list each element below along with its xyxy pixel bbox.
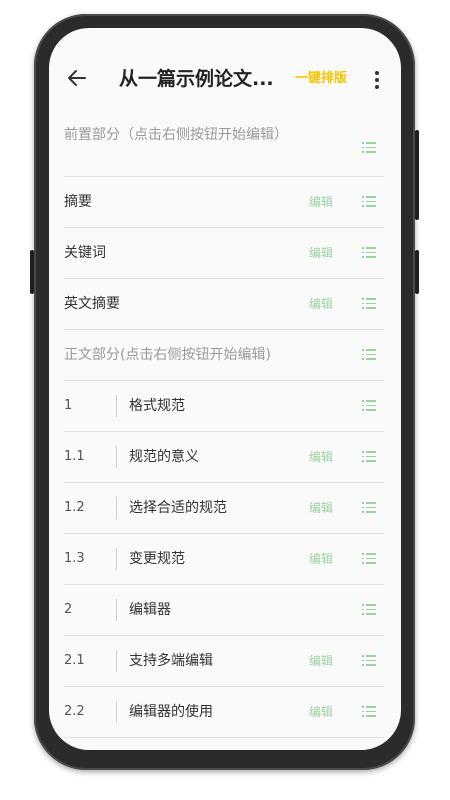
heading-number: 2.2 bbox=[64, 704, 85, 719]
heading-number: 2 bbox=[64, 602, 73, 617]
divider bbox=[116, 599, 117, 621]
volume-button bbox=[30, 250, 34, 294]
section-header-row[interactable]: 正文部分(点击右侧按钮开始编辑) bbox=[64, 330, 384, 381]
heading-label: 编辑器 bbox=[129, 602, 171, 618]
section-label: 前置部分（点击右侧按钮开始编辑） bbox=[64, 127, 288, 143]
one-click-format-button[interactable]: 一键排版 bbox=[295, 70, 347, 88]
outline-row[interactable]: 1.1 规范的意义 编辑 bbox=[64, 432, 384, 483]
top-app-bar: 从一篇示例论文... 一键排版 bbox=[49, 28, 401, 132]
list-icon[interactable] bbox=[362, 400, 376, 411]
divider bbox=[116, 395, 117, 417]
edit-button[interactable]: 编辑 bbox=[309, 652, 333, 670]
outline-row[interactable]: 1.2 选择合适的规范 编辑 bbox=[64, 483, 384, 534]
heading-label: 格式规范 bbox=[129, 398, 185, 414]
side-button bbox=[415, 250, 419, 294]
item-label: 关键词 bbox=[64, 245, 106, 261]
edit-button[interactable]: 编辑 bbox=[309, 499, 333, 517]
heading-number: 1.3 bbox=[64, 551, 85, 566]
section-label: 正文部分(点击右侧按钮开始编辑) bbox=[64, 347, 271, 363]
outline-row[interactable]: 1.3 变更规范 编辑 bbox=[64, 534, 384, 585]
list-icon[interactable] bbox=[362, 247, 376, 258]
outline-row[interactable]: 英文摘要 编辑 bbox=[64, 279, 384, 330]
item-label: 英文摘要 bbox=[64, 296, 120, 312]
heading-number: 1.1 bbox=[64, 449, 85, 464]
edit-button[interactable]: 编辑 bbox=[309, 448, 333, 466]
heading-number: 2.1 bbox=[64, 653, 85, 668]
list-icon[interactable] bbox=[362, 451, 376, 462]
power-button bbox=[415, 130, 419, 220]
list-icon[interactable] bbox=[362, 349, 376, 360]
heading-label: 支持多端编辑 bbox=[129, 653, 213, 669]
outline-list: 前置部分（点击右侧按钮开始编辑） 摘要 编辑 关键词 编辑 英文摘要 编辑 正文部分(点击右侧… bbox=[49, 120, 401, 738]
heading-label: 编辑器的使用 bbox=[129, 704, 213, 720]
list-icon[interactable] bbox=[362, 604, 376, 615]
back-arrow-icon[interactable] bbox=[65, 66, 89, 90]
divider bbox=[116, 701, 117, 723]
page-title: 从一篇示例论文... bbox=[119, 68, 274, 90]
list-icon[interactable] bbox=[362, 196, 376, 207]
list-icon[interactable] bbox=[362, 502, 376, 513]
divider bbox=[116, 497, 117, 519]
divider bbox=[116, 548, 117, 570]
item-label: 摘要 bbox=[64, 194, 92, 210]
outline-row[interactable]: 摘要 编辑 bbox=[64, 177, 384, 228]
edit-button[interactable]: 编辑 bbox=[309, 295, 333, 313]
more-vert-icon[interactable] bbox=[371, 68, 383, 92]
section-header-row[interactable]: 前置部分（点击右侧按钮开始编辑） bbox=[64, 120, 384, 177]
list-icon[interactable] bbox=[362, 553, 376, 564]
edit-button[interactable]: 编辑 bbox=[309, 550, 333, 568]
heading-label: 选择合适的规范 bbox=[129, 500, 227, 516]
outline-row[interactable]: 2.2 编辑器的使用 编辑 bbox=[64, 687, 384, 738]
list-icon[interactable] bbox=[362, 298, 376, 309]
outline-row[interactable]: 2 编辑器 bbox=[64, 585, 384, 636]
list-icon[interactable] bbox=[362, 706, 376, 717]
heading-number: 1.2 bbox=[64, 500, 85, 515]
divider bbox=[116, 446, 117, 468]
list-icon[interactable] bbox=[362, 142, 376, 153]
edit-button[interactable]: 编辑 bbox=[309, 703, 333, 721]
heading-label: 变更规范 bbox=[129, 551, 185, 567]
outline-row[interactable]: 2.1 支持多端编辑 编辑 bbox=[64, 636, 384, 687]
edit-button[interactable]: 编辑 bbox=[309, 193, 333, 211]
divider bbox=[116, 650, 117, 672]
outline-row[interactable]: 关键词 编辑 bbox=[64, 228, 384, 279]
list-icon[interactable] bbox=[362, 655, 376, 666]
app-screen: 从一篇示例论文... 一键排版 前置部分（点击右侧按钮开始编辑） 摘要 编辑 关键词编… bbox=[49, 28, 401, 750]
heading-number: 1 bbox=[64, 398, 73, 413]
heading-label: 规范的意义 bbox=[129, 449, 199, 465]
outline-row[interactable]: 1 格式规范 bbox=[64, 381, 384, 432]
edit-button[interactable]: 编辑 bbox=[309, 244, 333, 262]
